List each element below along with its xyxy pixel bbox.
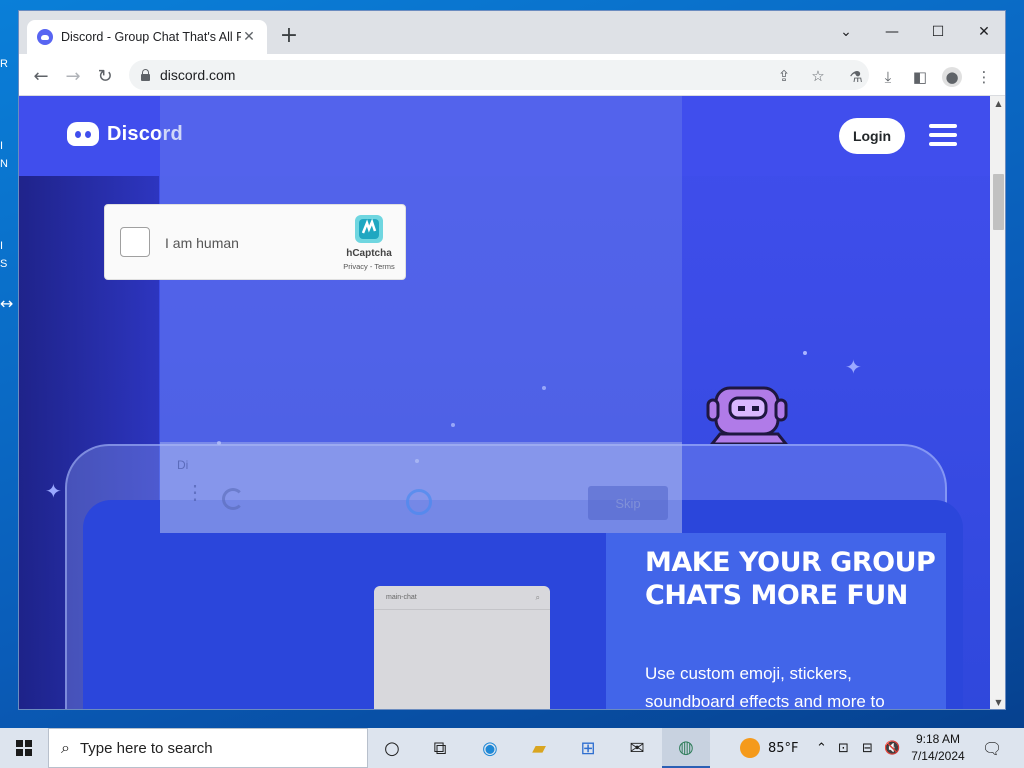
challenge-menu-icon[interactable]: ⋮: [185, 483, 205, 503]
clock-date: 7/14/2024: [911, 749, 965, 763]
network-icon[interactable]: ⊟: [862, 728, 873, 768]
chat-channel-name: main-chat: [386, 594, 417, 601]
refresh-icon[interactable]: [222, 488, 244, 510]
bookmark-star-icon[interactable]: ☆: [809, 67, 827, 85]
skip-button[interactable]: Skip: [588, 486, 668, 520]
clock-time: 9:18 AM: [915, 732, 961, 746]
page-scrollbar[interactable]: ▲ ▼: [990, 96, 1005, 709]
browser-window: Discord - Group Chat That's All Fun & Ga…: [18, 10, 1006, 710]
file-explorer-icon[interactable]: ▰: [515, 728, 563, 768]
maximize-button[interactable]: ☐: [915, 17, 961, 47]
login-button[interactable]: Login: [839, 118, 905, 154]
discord-favicon-icon: [37, 29, 53, 45]
close-tab-icon[interactable]: ✕: [241, 29, 257, 45]
hamburger-menu-icon[interactable]: [929, 124, 957, 146]
taskbar-search-box[interactable]: ⌕ Type here to search: [48, 728, 368, 768]
lock-icon[interactable]: [141, 68, 150, 81]
search-placeholder: Type here to search: [79, 739, 213, 757]
tab-search-chevron-icon[interactable]: ⌄: [823, 17, 869, 47]
captcha-label: I am human: [165, 235, 239, 251]
meet-now-icon[interactable]: ⊡: [838, 728, 849, 768]
active-browser-app-icon[interactable]: ◍: [662, 728, 710, 768]
challenge-footer: Di ⋮ Skip: [160, 442, 682, 533]
loading-spinner-icon: [406, 489, 432, 515]
desktop-icon-label[interactable]: R: [0, 58, 18, 70]
hero-subtitle: Use custom emoji, stickers, soundboard e…: [645, 664, 885, 710]
desktop-icon-label[interactable]: I: [0, 140, 18, 152]
hcaptcha-widget: I am human hCaptcha Privacy - Terms: [104, 204, 406, 280]
weather-temperature: 85°F: [768, 740, 799, 756]
tab-discord[interactable]: Discord - Group Chat That's All Fun & Ga…: [27, 20, 267, 54]
microsoft-store-icon[interactable]: ⊞: [564, 728, 612, 768]
captcha-checkbox[interactable]: [120, 227, 150, 257]
captcha-challenge-overlay: Di ⋮ Skip: [160, 96, 682, 533]
menu-kebab-icon[interactable]: ⋮: [974, 67, 994, 87]
challenge-header-text: Di: [177, 458, 189, 472]
cortana-icon[interactable]: ○: [368, 728, 416, 768]
new-tab-button[interactable]: +: [277, 24, 301, 48]
address-bar[interactable]: discord.com ⇪ ☆: [129, 60, 869, 90]
side-panel-icon[interactable]: ◧: [910, 67, 930, 87]
notification-center-icon[interactable]: 🗨: [982, 728, 1002, 768]
resize-cursor-icon: ↔: [0, 294, 14, 313]
desktop-icon-label[interactable]: N: [0, 158, 18, 170]
download-icon[interactable]: ⤓: [878, 67, 898, 87]
tab-strip: Discord - Group Chat That's All Fun & Ga…: [19, 11, 1005, 54]
browser-toolbar: ← → ↻ discord.com ⇪ ☆ ⚗ ⤓ ◧ ● ⋮: [19, 54, 1005, 96]
tab-title: Discord - Group Chat That's All Fun & Ga…: [61, 30, 241, 44]
profile-avatar-icon[interactable]: ●: [942, 67, 962, 87]
show-hidden-icons-chevron-icon[interactable]: ⌃: [816, 728, 827, 768]
scrollbar-thumb[interactable]: [993, 174, 1004, 230]
share-icon[interactable]: ⇪: [775, 67, 793, 85]
mail-icon[interactable]: ✉: [613, 728, 661, 768]
close-window-button[interactable]: ✕: [961, 17, 1005, 47]
task-view-icon[interactable]: ⧉: [416, 728, 464, 768]
captcha-brand: hCaptcha: [346, 248, 392, 259]
reload-button[interactable]: ↻: [91, 62, 119, 90]
windows-taskbar: ⌕ Type here to search ○ ⧉ ◉ ▰ ⊞ ✉ ◍ 85°F…: [0, 728, 1024, 768]
chat-window-illustration: main-chat ⌕: [374, 586, 550, 709]
sparkle-decoration: ✦: [45, 479, 62, 503]
page-viewport: ✦ ✦ Discord Login main-chat ⌕ MAKE YOUR …: [19, 96, 990, 710]
desktop-icon-label[interactable]: S: [0, 258, 18, 270]
labs-flask-icon[interactable]: ⚗: [846, 67, 866, 87]
discord-clyde-icon: [67, 122, 99, 146]
robot-mascot-illustration: [704, 384, 794, 446]
back-button[interactable]: ←: [27, 62, 55, 90]
captcha-privacy-terms-link[interactable]: Privacy - Terms: [335, 262, 403, 271]
url-text[interactable]: discord.com: [160, 67, 235, 83]
edge-browser-icon[interactable]: ◉: [466, 728, 514, 768]
hero-title: MAKE YOUR GROUP CHATS MORE FUN: [645, 547, 936, 611]
star-decoration: [803, 351, 807, 355]
search-icon: ⌕: [61, 738, 70, 757]
windows-logo-icon: [16, 740, 32, 756]
desktop-icon-label[interactable]: I: [0, 240, 18, 252]
scroll-down-arrow-icon[interactable]: ▼: [990, 695, 1005, 709]
chat-window-header: main-chat ⌕: [374, 586, 550, 610]
start-button[interactable]: [0, 728, 48, 768]
sparkle-decoration: ✦: [845, 355, 862, 379]
hcaptcha-logo-icon: [355, 215, 383, 243]
forward-button[interactable]: →: [59, 62, 87, 90]
scroll-up-arrow-icon[interactable]: ▲: [990, 96, 1005, 112]
weather-widget[interactable]: 85°F: [740, 728, 799, 768]
system-clock[interactable]: 9:18 AM 7/14/2024: [905, 731, 971, 765]
weather-sun-icon: [740, 738, 760, 758]
volume-muted-icon[interactable]: 🔇: [884, 728, 900, 768]
minimize-button[interactable]: —: [869, 17, 915, 47]
search-icon: ⌕: [535, 593, 540, 602]
